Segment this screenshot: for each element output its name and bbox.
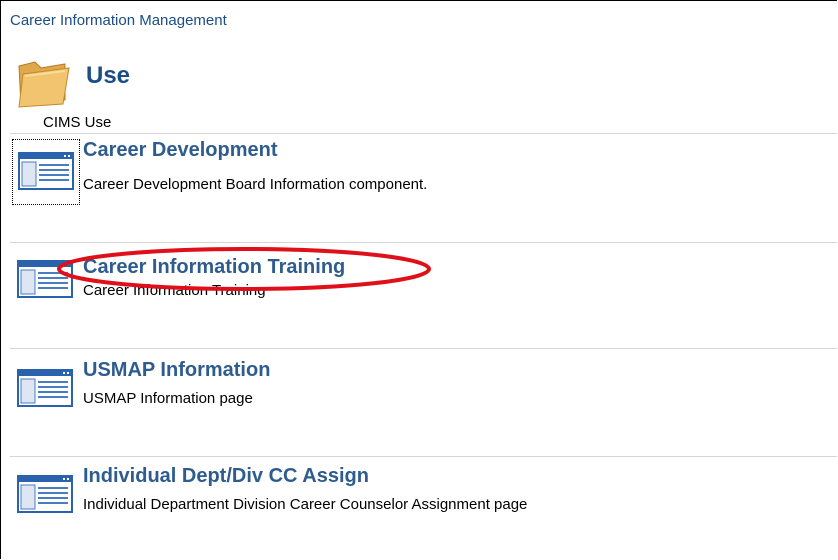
component-page-icon (18, 152, 74, 190)
item-title-link[interactable]: USMAP Information (83, 359, 270, 382)
item-title-link[interactable]: Individual Dept/Div CC Assign (83, 465, 369, 488)
divider (10, 456, 837, 457)
page-frame: Career Information Management Use CIMS U… (0, 0, 837, 559)
page-title: Use (86, 62, 131, 89)
component-page-icon (17, 475, 73, 513)
item-title-link[interactable]: Career Development (83, 139, 278, 162)
divider (10, 133, 837, 134)
page-subtitle: CIMS Use (43, 114, 112, 131)
list-item-career-development[interactable]: Career Development Career Development Bo… (11, 139, 837, 219)
annotation-ellipse (57, 247, 431, 291)
breadcrumb[interactable]: Career Information Management (10, 12, 227, 29)
list-item-individual-dept-div-cc-assign[interactable]: Individual Dept/Div CC Assign Individual… (11, 465, 837, 545)
item-description: Career Development Board Information com… (83, 176, 428, 193)
component-page-icon (17, 369, 73, 407)
item-description: Individual Department Division Career Co… (83, 496, 528, 513)
item-icon-focus[interactable] (12, 139, 80, 205)
item-icon-wrap[interactable] (11, 465, 77, 539)
item-description: USMAP Information page (83, 390, 253, 407)
item-icon-wrap[interactable] (11, 359, 77, 433)
divider (10, 348, 837, 349)
list-item-usmap-information[interactable]: USMAP Information USMAP Information page (11, 359, 837, 439)
folder-icon (18, 61, 70, 108)
